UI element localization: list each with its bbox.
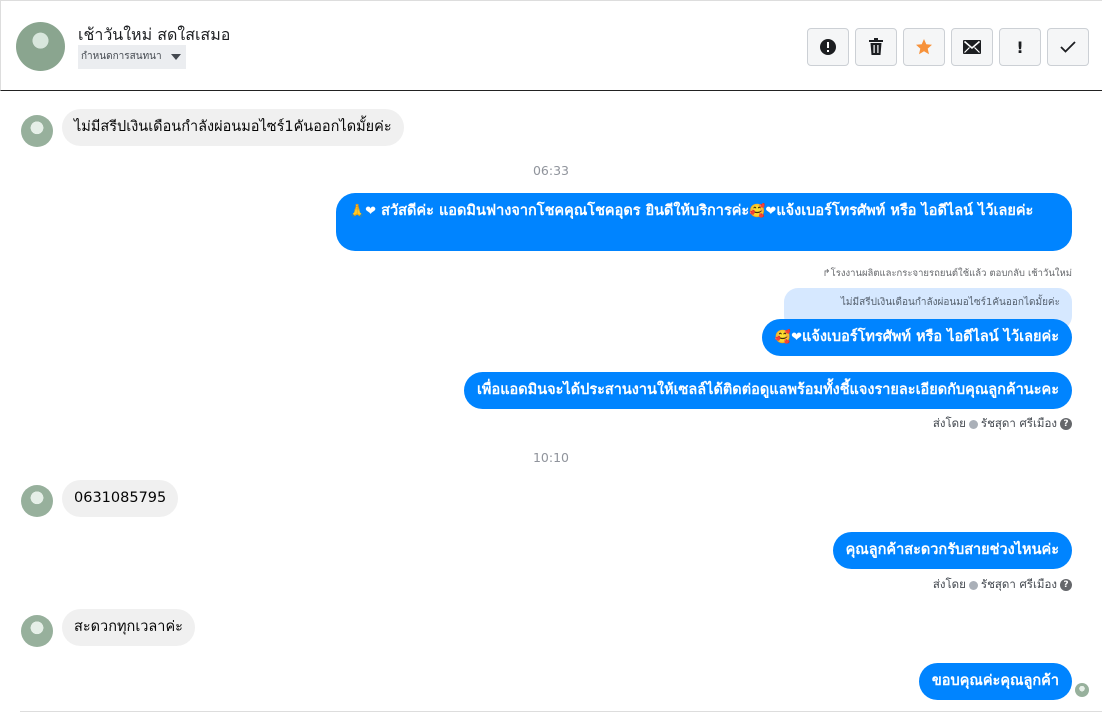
status-icon — [968, 580, 978, 590]
timestamp: 10:10 — [532, 450, 570, 465]
outgoing-message[interactable]: 🥰❤แจ้งเบอร์โทรศัพท์ หรือ ไอดีไลน์ ไว้เลย… — [761, 319, 1072, 356]
emoji: 🥰❤ — [749, 204, 777, 219]
incoming-message[interactable]: 0631085795 — [62, 480, 179, 517]
outgoing-message[interactable]: คุณลูกค้าสะดวกรับสายช่วงไหนค่ะ — [832, 532, 1072, 569]
follow-up-button[interactable]: ! — [999, 28, 1041, 66]
divider — [20, 711, 1102, 712]
incoming-message[interactable]: สะดวกทุกเวลาค่ะ — [62, 609, 195, 646]
message-text: แจ้งเบอร์โทรศัพท์ หรือ ไอดีไลน์ ไว้เลยค่… — [776, 203, 1034, 219]
assign-conversation-label: กำหนดการสนทนา — [81, 51, 162, 62]
sender-avatar — [21, 485, 53, 517]
message-text: แจ้งเบอร์โทรศัพท์ หรือ ไอดีไลน์ ไว้เลยค่… — [802, 329, 1059, 345]
incoming-message[interactable]: ไม่มีสรีปเงินเดือนกำลังผ่อนมอไซร์1คันออก… — [62, 109, 404, 146]
sent-by-info: ส่งโดย รัชสุดา ศรีเมือง ? — [933, 576, 1072, 594]
emoji: 🙏❤ — [349, 204, 377, 219]
sender-name[interactable]: รัชสุดา ศรีเมือง — [981, 576, 1057, 594]
sender-name[interactable]: รัชสุดา ศรีเมือง — [981, 415, 1057, 433]
caret-down-icon — [170, 54, 181, 60]
contact-avatar[interactable] — [16, 22, 65, 71]
outgoing-message[interactable]: 🙏❤ สวัสดีค่ะ แอดมินฟางจากโชคคุณโชคอุดร ย… — [336, 193, 1072, 251]
emoji: 🥰❤ — [774, 330, 802, 345]
sent-by-label: ส่งโดย — [932, 416, 966, 430]
delete-button[interactable] — [855, 28, 897, 66]
help-icon[interactable]: ? — [1060, 579, 1072, 591]
check-icon — [1060, 41, 1076, 53]
outgoing-message[interactable]: ขอบคุณค่ะคุณลูกค้า — [918, 663, 1072, 700]
sender-avatar — [21, 615, 53, 647]
trash-icon — [869, 38, 883, 55]
alert-circle-icon — [820, 39, 836, 55]
sent-by-info: ส่งโดย รัชสุดา ศรีเมือง ? — [933, 415, 1072, 433]
message-thread[interactable]: ไม่มีสรีปเงินเดือนกำลังผ่อนมอไซร์1คันออก… — [0, 91, 1102, 713]
mark-done-button[interactable] — [1047, 28, 1089, 66]
help-icon[interactable]: ? — [1060, 418, 1072, 430]
mark-unread-button[interactable] — [951, 28, 993, 66]
assign-conversation-dropdown[interactable]: กำหนดการสนทนา — [78, 45, 186, 69]
outgoing-message[interactable]: เพื่อแอดมินจะได้ประสานงานให้เซลล์ได้ติดต… — [463, 372, 1072, 409]
envelope-icon — [963, 40, 981, 54]
status-icon — [968, 419, 978, 429]
exclamation-icon: ! — [1016, 37, 1024, 57]
report-button[interactable] — [807, 28, 849, 66]
sent-by-label: ส่งโดย — [932, 577, 966, 591]
star-icon — [916, 39, 932, 55]
message-text: สวัสดีค่ะ แอดมินฟางจากโชคคุณโชคอุดร ยินด… — [381, 203, 750, 219]
conversation-header: เช้าวันใหม่ สดใสเสมอ กำหนดการสนทนา ! — [0, 0, 1102, 91]
seen-avatar — [1075, 683, 1089, 697]
reply-note: ↱โรงงานผลิตและกระจายรถยนต์ใช้แล้ว ตอบกลั… — [822, 268, 1072, 279]
timestamp: 06:33 — [532, 163, 570, 178]
sender-avatar — [21, 115, 53, 147]
star-button[interactable] — [903, 28, 945, 66]
